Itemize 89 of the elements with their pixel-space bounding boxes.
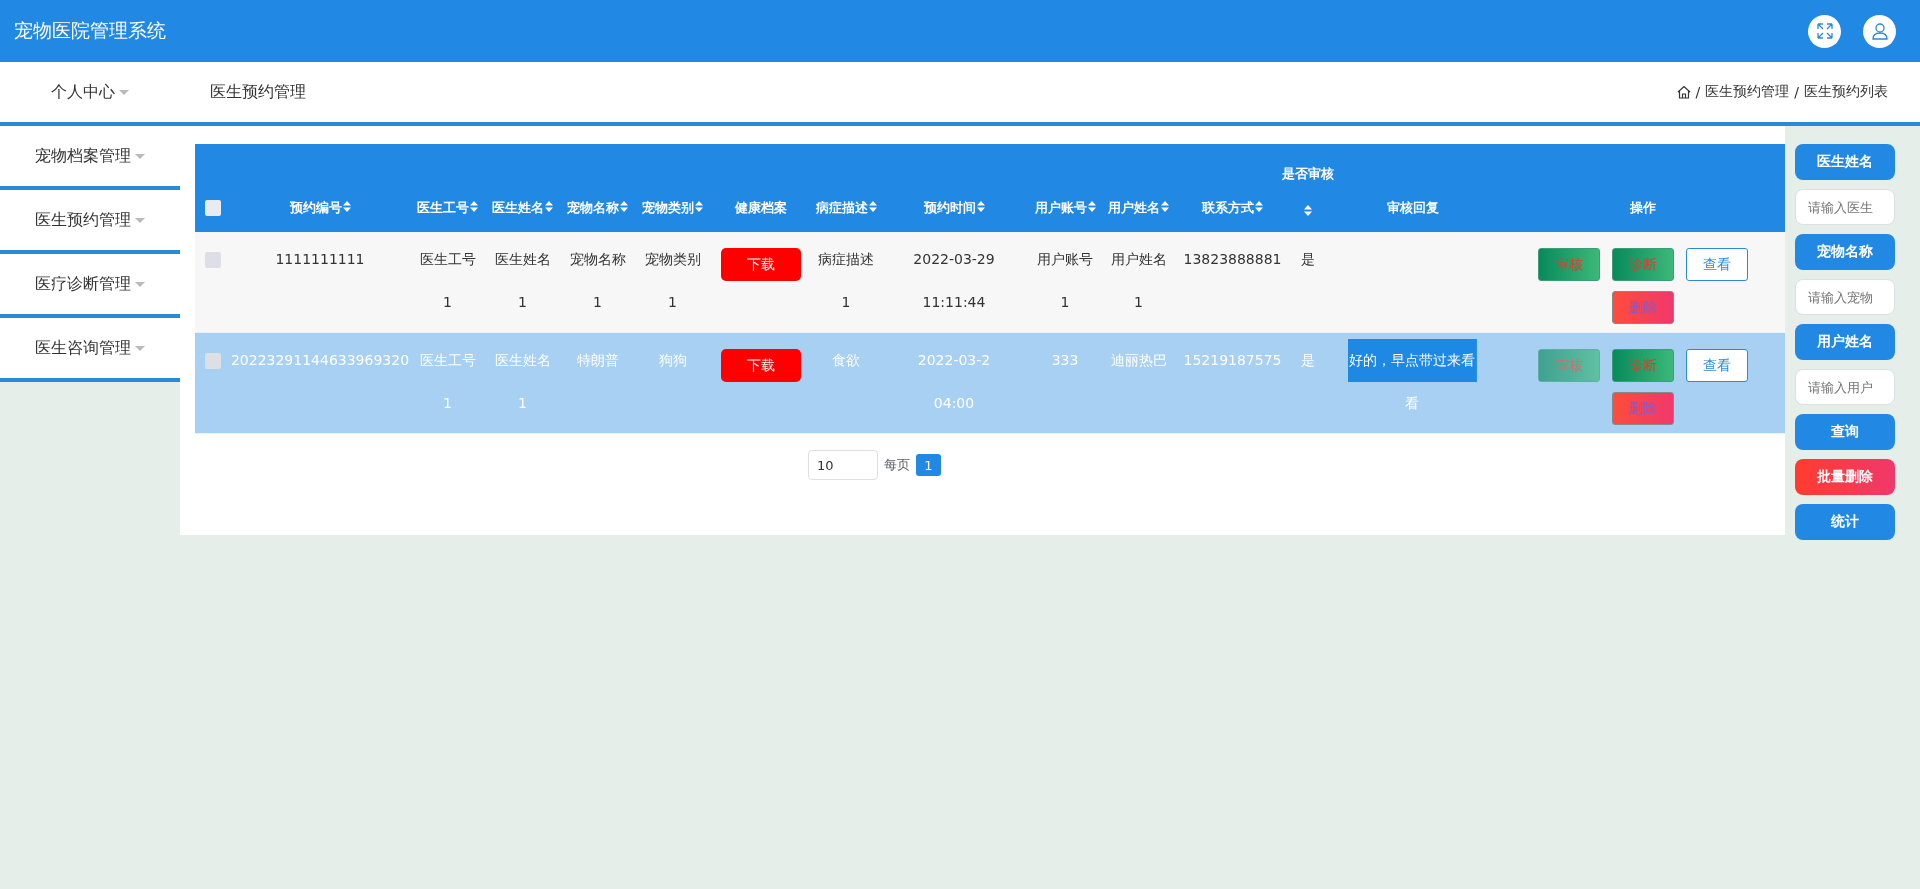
column-header[interactable]: 是否审核 [1281, 165, 1334, 219]
table-cell-text: 宠物类别 1 [644, 250, 701, 312]
search-button[interactable]: 查询 [1795, 414, 1895, 450]
download-button[interactable]: 下载 [721, 248, 801, 281]
row-checkbox[interactable] [204, 353, 221, 369]
caret-icon [135, 281, 145, 287]
table-cell-text: 病症描述 1 [818, 250, 874, 312]
app-title: 宠物医院管理系统 [14, 18, 166, 43]
column-header[interactable]: 宠物类别 [642, 199, 703, 217]
column-header[interactable]: 用户姓名 [1108, 199, 1169, 217]
column-header[interactable]: 医生姓名 [492, 199, 553, 217]
page-title: 医生预约管理 [210, 81, 306, 103]
breadcrumb-separator: / [1794, 84, 1799, 100]
table-cell-text: 15219187575 [1183, 351, 1282, 370]
fullscreen-button[interactable] [1808, 14, 1841, 48]
table-cell-text: 狗狗 [658, 351, 687, 370]
sort-icon[interactable] [470, 201, 478, 212]
sidebar-item[interactable]: 宠物档案管理 [0, 126, 180, 190]
column-header[interactable]: 病症描述 [815, 199, 877, 217]
table-cell-text: 2022-03-2 04:00 [917, 351, 991, 413]
filter-label: 医生姓名 [1795, 144, 1895, 180]
batch-delete-button[interactable]: 批量删除 [1795, 459, 1895, 495]
filter-label: 用户姓名 [1795, 324, 1895, 360]
table-cell-text: 宠物名称 1 [569, 250, 626, 312]
sort-icon[interactable] [1161, 201, 1169, 212]
caret-icon [119, 89, 129, 95]
table-cell-text: 医生姓名 1 [494, 250, 551, 312]
user-button[interactable] [1863, 14, 1896, 48]
table-cell-text: 迪丽热巴 [1110, 351, 1167, 370]
sort-icon[interactable] [976, 201, 985, 212]
download-button[interactable]: 下载 [721, 349, 801, 382]
caret-icon [135, 217, 145, 223]
breadcrumb-item[interactable]: 医生预约管理 [1705, 83, 1790, 101]
filter-label: 宠物名称 [1795, 234, 1895, 270]
expand-icon [1816, 23, 1833, 39]
user-icon [1870, 22, 1889, 40]
page-size-value: 10 [817, 457, 834, 473]
table-cell-text: 特朗普 [576, 351, 619, 370]
column-header[interactable]: 医生工号 [417, 199, 478, 217]
table-cell-text: 2022-03-29 11:11:44 [913, 250, 995, 312]
table-cell-text: 333 [1051, 351, 1079, 370]
row-checkbox[interactable] [204, 252, 221, 268]
table-cell-text: 食欲 [832, 351, 860, 370]
column-header[interactable]: 用户账号 [1034, 199, 1096, 217]
table-cell-text: 医生工号 1 [419, 250, 476, 312]
search-field[interactable]: 请输入医生 [1795, 189, 1895, 225]
column-header[interactable]: 预约编号 [289, 199, 351, 217]
sidebar-item[interactable]: 医生预约管理 [0, 190, 180, 254]
sort-icon[interactable] [342, 201, 351, 212]
table-cell-text: 医生姓名 1 [494, 351, 551, 413]
select-all-checkbox[interactable] [204, 200, 221, 216]
table-cell-text: 13823888881 [1183, 250, 1282, 269]
page-size-label: 每页 [884, 456, 910, 474]
sort-icon[interactable] [545, 201, 553, 212]
sort-icon[interactable] [1304, 205, 1312, 216]
home-icon[interactable] [1676, 85, 1691, 99]
sort-icon[interactable] [1087, 201, 1096, 212]
search-field[interactable]: 请输入用户 [1795, 369, 1895, 405]
view-button[interactable]: 查看 [1685, 248, 1748, 281]
table-cell-text: 用户账号 1 [1037, 250, 1093, 312]
caret-icon [135, 345, 145, 351]
column-header[interactable]: 预约时间 [923, 199, 985, 217]
table-cell-text: 用户姓名 1 [1110, 250, 1167, 312]
table-cell-text: 医生工号 1 [419, 351, 476, 413]
sidebar-item[interactable]: 医疗诊断管理 [0, 254, 180, 318]
page-button[interactable]: 1 [916, 454, 941, 476]
sort-icon[interactable] [695, 201, 703, 212]
table-row[interactable]: 1111111111 医生工号 1 医生姓名 1 宠物名称 1 宠物类别 1 下载 病症描述 1 2022-03-29 11:11:44 用户账号 1 用户姓名 1 13823888881 是 审核 诊断 查看 删除 [195, 232, 1785, 333]
personal-center-menu[interactable]: 个人中心 [0, 81, 180, 103]
column-header[interactable]: 宠物名称 [567, 199, 628, 217]
caret-icon [135, 153, 145, 159]
search-field[interactable]: 请输入宠物 [1795, 279, 1895, 315]
search-button[interactable]: 统计 [1795, 504, 1895, 540]
column-header[interactable]: 健康档案 [735, 199, 787, 217]
breadcrumb-item[interactable]: 医生预约列表 [1804, 83, 1888, 101]
table-cell-text: 是 [1300, 250, 1315, 269]
sort-icon[interactable] [868, 201, 877, 212]
sort-icon[interactable] [1255, 201, 1263, 212]
sort-icon[interactable] [620, 201, 628, 212]
table-cell-text: 是 [1300, 351, 1315, 370]
page-size-select[interactable]: 10 [808, 450, 878, 480]
breadcrumb-separator: / [1695, 84, 1701, 100]
column-header[interactable]: 联系方式 [1202, 199, 1263, 217]
table-cell-text: 20223291144633969320 [230, 351, 410, 370]
sidebar-item[interactable]: 医生咨询管理 [0, 318, 180, 382]
column-header[interactable]: 操作 [1629, 199, 1656, 217]
table-cell-text: 1111111111 [275, 250, 365, 269]
column-header[interactable]: 审核回复 [1386, 199, 1439, 217]
view-button[interactable]: 查看 [1685, 349, 1748, 382]
